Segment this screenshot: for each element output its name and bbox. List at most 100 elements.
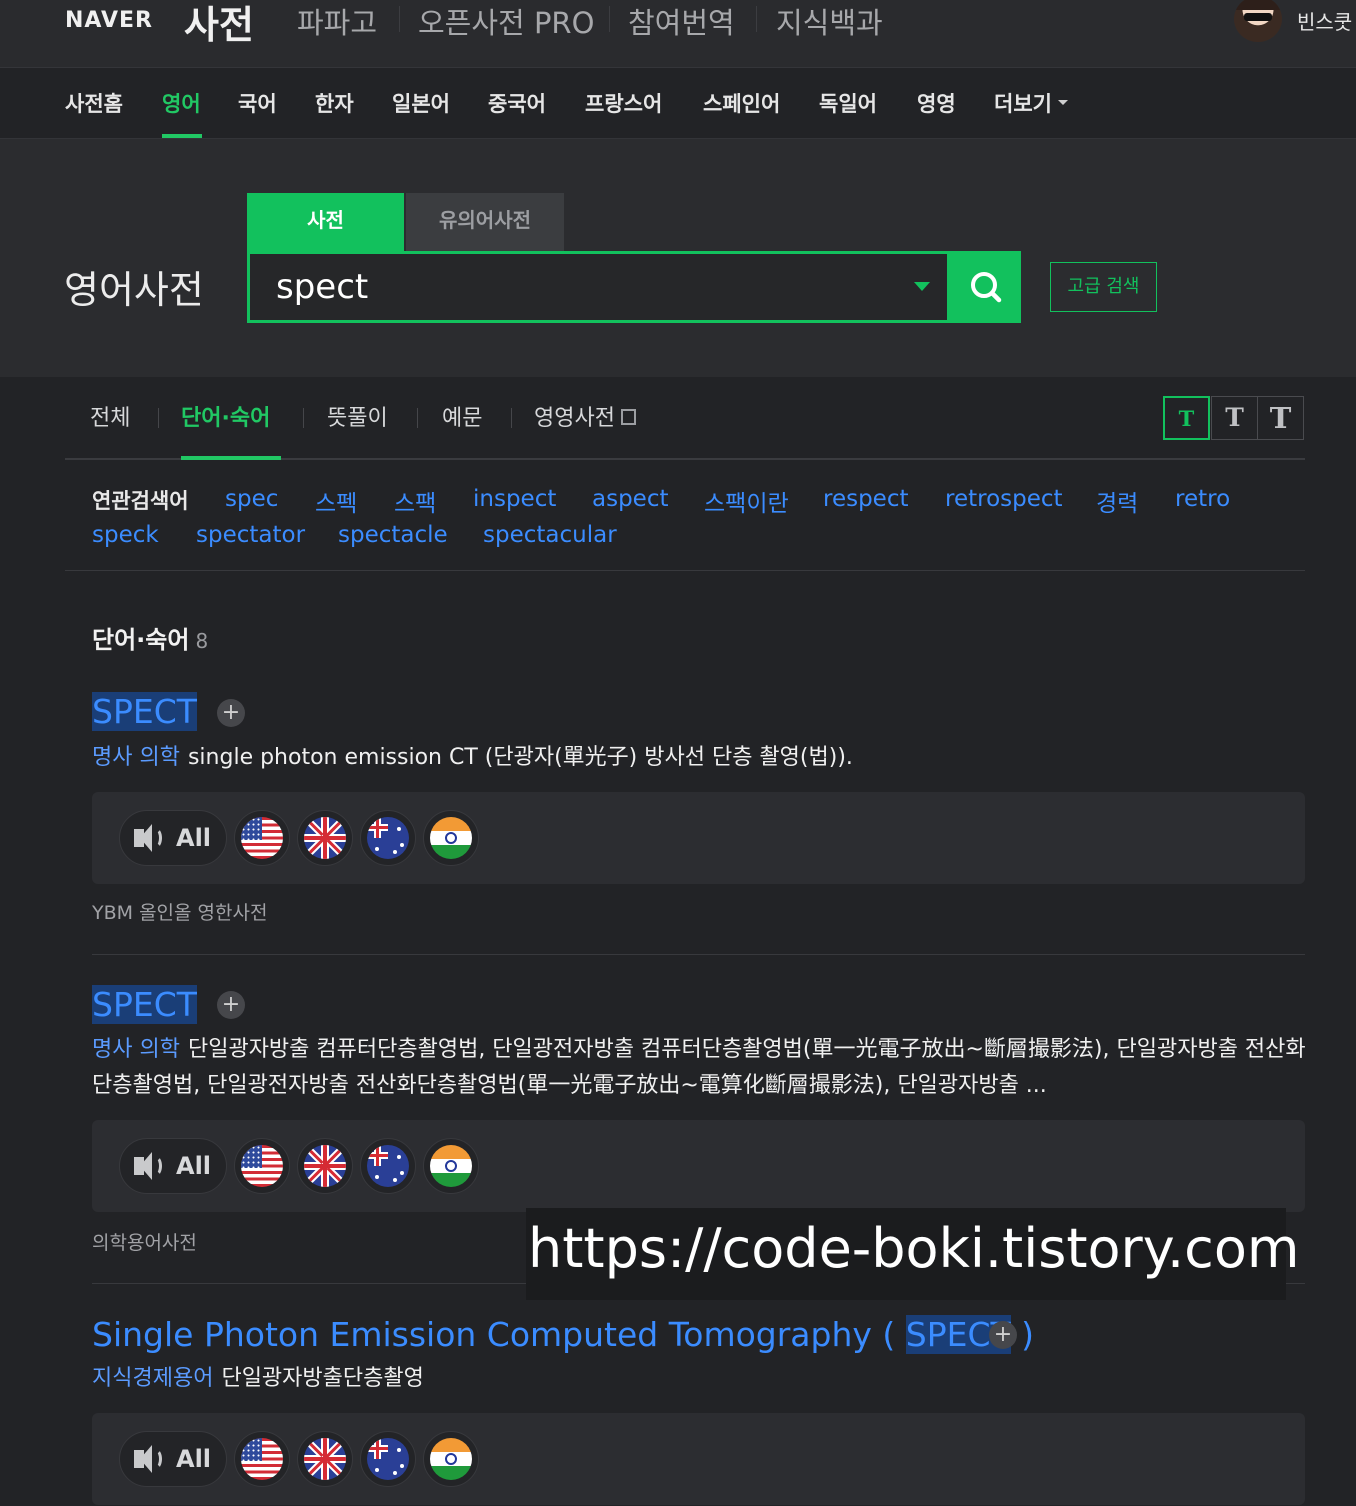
service-divider [756,6,757,32]
us-pronunciation-button[interactable] [234,1431,290,1487]
entry-pos: 명사 의학 [92,745,180,770]
related-link[interactable]: spectacular [483,522,617,548]
avatar[interactable] [1234,0,1282,42]
tab-divider [158,408,159,428]
in-pronunciation-button[interactable] [423,1431,479,1487]
entry-meaning: 명사 의학 단일광자방출 컴퓨터단층촬영법, 단일광전자방출 컴퓨터단층촬영법(單… [92,1032,1307,1104]
advanced-search-button[interactable]: 고급 검색 [1050,262,1157,312]
entry-word-link[interactable]: SPECT [92,985,197,1024]
us-pronunciation-button[interactable] [234,810,290,866]
nav-french[interactable]: 프랑스어 [585,88,662,118]
nav-eng-eng[interactable]: 영영 [917,88,956,118]
nav-english[interactable]: 영어 [162,88,201,118]
tab-examples[interactable]: 예문 [442,400,482,432]
nav-german[interactable]: 독일어 [819,88,877,118]
entry-source[interactable]: YBM 올인올 영한사전 [92,898,267,925]
naver-logo[interactable]: NAVER [65,8,153,33]
tab-synonym-dictionary[interactable]: 유의어사전 [406,193,564,251]
uk-pronunciation-button[interactable] [297,810,353,866]
tab-words-idioms[interactable]: 단어·숙어 [181,400,270,432]
text-size-medium-button[interactable]: T [1211,396,1258,440]
service-papago[interactable]: 파파고 [297,0,377,42]
in-pronunciation-button[interactable] [423,810,479,866]
search-button[interactable] [950,251,1021,323]
nav-spanish[interactable]: 스페인어 [703,88,780,118]
add-to-wordbook-plus-icon[interactable]: + [989,1321,1017,1349]
in-pronunciation-button[interactable] [423,1138,479,1194]
nav-korean[interactable]: 국어 [238,88,277,118]
in-flag-icon [430,1145,472,1187]
autocomplete-toggle-icon[interactable] [914,282,930,291]
related-link[interactable]: retrospect [945,486,1063,512]
related-link[interactable]: respect [823,486,909,512]
related-link[interactable]: spectacle [338,522,448,548]
entry-pos: 지식경제용어 [92,1366,214,1391]
section-count: 8 [195,629,209,653]
au-flag-icon [367,817,409,859]
add-to-wordbook-plus-icon[interactable]: + [217,699,245,727]
related-link[interactable]: 경력 [1096,484,1138,518]
entry-word-link[interactable]: Single Photon Emission Computed Tomograp… [92,1315,1034,1354]
pronunciation-panel: All [92,1413,1305,1505]
pronunciation-panel: All [92,792,1305,884]
related-link[interactable]: spec [225,486,278,512]
nav-dict-home[interactable]: 사전홈 [65,88,123,118]
au-pronunciation-button[interactable] [360,810,416,866]
related-link[interactable]: spectator [196,522,305,548]
external-link-icon [620,409,636,425]
related-search-label: 연관검색어 [92,489,189,513]
nav-more[interactable]: 더보기 [994,88,1068,118]
search-icon [971,272,1002,303]
au-pronunciation-button[interactable] [360,1431,416,1487]
entry-source[interactable]: 의학용어사전 [92,1228,197,1255]
service-encyclopedia[interactable]: 지식백과 [776,0,883,42]
avatar-glasses [1244,13,1272,21]
service-translation[interactable]: 참여번역 [628,0,735,42]
entry-meaning-text: 단일광자방출 컴퓨터단층촬영법, 단일광전자방출 컴퓨터단층촬영법(單一光電子放… [92,1037,1306,1098]
related-link[interactable]: 스팩이란 [704,484,789,518]
tab-meanings[interactable]: 뜻풀이 [327,400,388,432]
tab-dictionary[interactable]: 사전 [247,193,404,251]
tab-all[interactable]: 전체 [90,400,130,432]
nav-hanja[interactable]: 한자 [315,88,354,118]
related-link[interactable]: inspect [473,486,556,512]
us-flag-icon [241,1145,283,1187]
nav-active-underline [162,134,202,138]
related-link[interactable]: speck [92,522,159,548]
au-flag-icon [367,1145,409,1187]
tab-active-underline [181,456,281,460]
divider [65,570,1305,571]
us-pronunciation-button[interactable] [234,1138,290,1194]
au-flag-icon [367,1438,409,1480]
add-to-wordbook-plus-icon[interactable]: + [217,991,245,1019]
service-open-dict-pro[interactable]: 오픈사전 PRO [418,0,594,42]
tab-eng-eng-label: 영영사전 [534,406,615,431]
entry-word-link[interactable]: SPECT [92,692,197,731]
in-flag-icon [430,817,472,859]
nav-chinese[interactable]: 중국어 [488,88,546,118]
related-link[interactable]: aspect [592,486,669,512]
text-size-large-button[interactable]: T [1257,396,1304,440]
related-link[interactable]: retro [1175,486,1230,512]
search-input[interactable] [276,265,876,309]
us-flag-icon [241,1438,283,1480]
nav-japanese[interactable]: 일본어 [392,88,450,118]
text-size-small-button[interactable]: T [1163,396,1210,440]
related-link[interactable]: 스펙 [315,484,357,518]
avatar-hair [1234,0,1282,10]
caret-down-icon [1057,99,1068,105]
play-all-button[interactable]: All [119,810,227,866]
username[interactable]: 빈스쿳 [1297,6,1352,35]
play-all-button[interactable]: All [119,1431,227,1487]
uk-pronunciation-button[interactable] [297,1431,353,1487]
au-pronunciation-button[interactable] [360,1138,416,1194]
service-divider [399,6,400,32]
related-link[interactable]: 스팩 [394,484,436,518]
nav-more-label: 더보기 [994,92,1052,116]
uk-flag-icon [304,1438,346,1480]
search-box [247,251,950,323]
dictionary-logo[interactable]: 사전 [184,0,254,49]
play-all-button[interactable]: All [119,1138,227,1194]
uk-pronunciation-button[interactable] [297,1138,353,1194]
tab-eng-eng-dict[interactable]: 영영사전 [534,400,636,432]
